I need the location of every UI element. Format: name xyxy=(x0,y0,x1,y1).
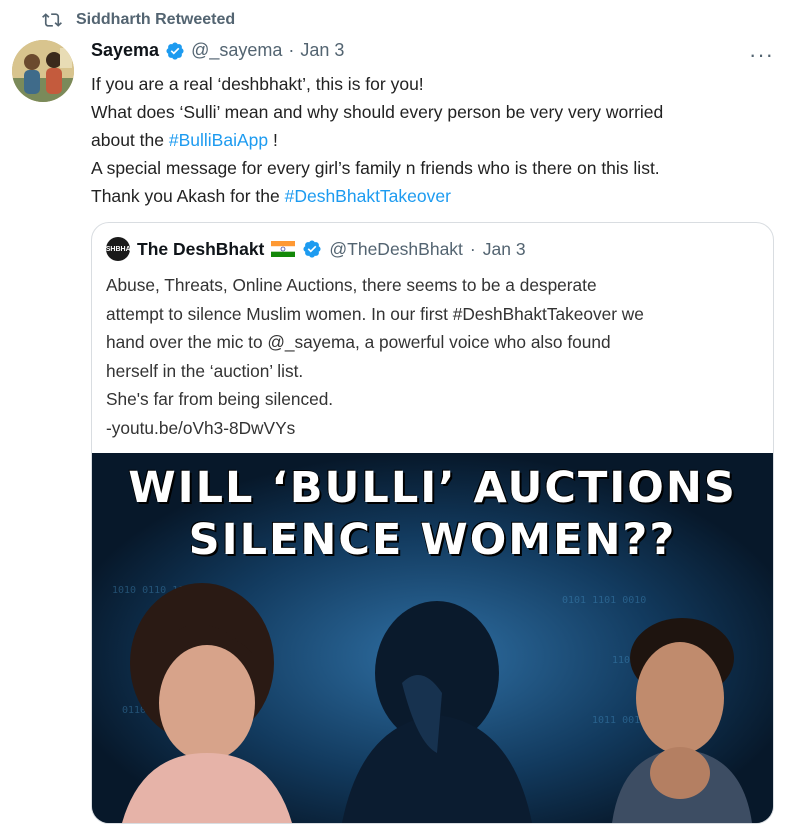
tweet-header: Sayema @_sayema · Jan 3 xyxy=(91,40,344,61)
quoted-author-handle[interactable]: @TheDeshBhakt xyxy=(329,239,463,260)
verified-badge-icon xyxy=(166,41,184,60)
quoted-tweet-header: DESHBHAKT The DeshBhakt @TheDeshBhakt · … xyxy=(96,237,526,261)
tweet-line: What does ‘Sulli’ mean and why should ev… xyxy=(91,102,664,122)
thumbnail-title-line: WILL ‘BULLI’ AUCTIONS xyxy=(128,463,737,513)
tweet-line: about the #BulliBaiApp ! xyxy=(91,126,781,154)
quoted-line: attempt to silence Muslim women. In our … xyxy=(106,303,644,324)
india-flag-icon xyxy=(271,241,296,257)
avatar-image xyxy=(12,40,74,102)
tweet-date[interactable]: Jan 3 xyxy=(300,40,344,61)
quoted-tweet-date[interactable]: Jan 3 xyxy=(483,239,526,260)
tweet-line: Thank you Akash for the #DeshBhaktTakeov… xyxy=(91,182,781,210)
avatar[interactable] xyxy=(12,40,74,102)
quoted-link[interactable]: -youtu.be/oVh3-8DwVYs xyxy=(106,414,756,443)
header-separator: · xyxy=(288,40,295,60)
quoted-tweet-card[interactable]: DESHBHAKT The DeshBhakt @TheDeshBhakt · … xyxy=(91,222,774,824)
quoted-avatar[interactable]: DESHBHAKT xyxy=(96,237,140,261)
quoted-tweet-body: Abuse, Threats, Online Auctions, there s… xyxy=(106,271,756,442)
retweet-indicator: Siddharth Retweeted xyxy=(42,8,235,32)
verified-badge-icon xyxy=(303,240,321,258)
retweet-label[interactable]: Siddharth Retweeted xyxy=(76,11,235,29)
tweet-text-fragment: about the xyxy=(91,130,169,150)
more-options-button[interactable]: ··· xyxy=(749,42,774,68)
quoted-author-name[interactable]: The DeshBhakt xyxy=(137,239,264,260)
video-thumbnail[interactable]: 1010 0110 1001 0101 1101 0010 0011 1010 … xyxy=(92,453,773,823)
quoted-line: herself in the ‘auction’ list. xyxy=(106,360,304,381)
hashtag-link[interactable]: #DeshBhaktTakeover xyxy=(285,186,451,206)
hashtag-link[interactable]: #BulliBaiApp xyxy=(169,130,268,150)
author-handle[interactable]: @_sayema xyxy=(191,40,282,61)
tweet-line: A special message for every girl’s famil… xyxy=(91,158,660,178)
svg-text:0101 1101 0010: 0101 1101 0010 xyxy=(562,595,646,606)
quoted-line: Abuse, Threats, Online Auctions, there s… xyxy=(106,275,597,295)
quoted-header-separator: · xyxy=(469,238,476,259)
thumbnail-title-line: SILENCE WOMEN?? xyxy=(188,515,677,565)
tweet-line: If you are a real ‘deshbhakt’, this is f… xyxy=(91,74,424,94)
tweet-body: If you are a real ‘deshbhakt’, this is f… xyxy=(91,70,781,210)
tweet-text-fragment: ! xyxy=(268,130,278,150)
quoted-line: She's far from being silenced. xyxy=(106,389,334,409)
tweet-text-fragment: Thank you Akash for the xyxy=(91,186,285,206)
retweet-icon xyxy=(42,13,62,27)
author-name[interactable]: Sayema xyxy=(91,40,159,61)
quoted-line: hand over the mic to @_sayema, a powerfu… xyxy=(106,332,611,352)
